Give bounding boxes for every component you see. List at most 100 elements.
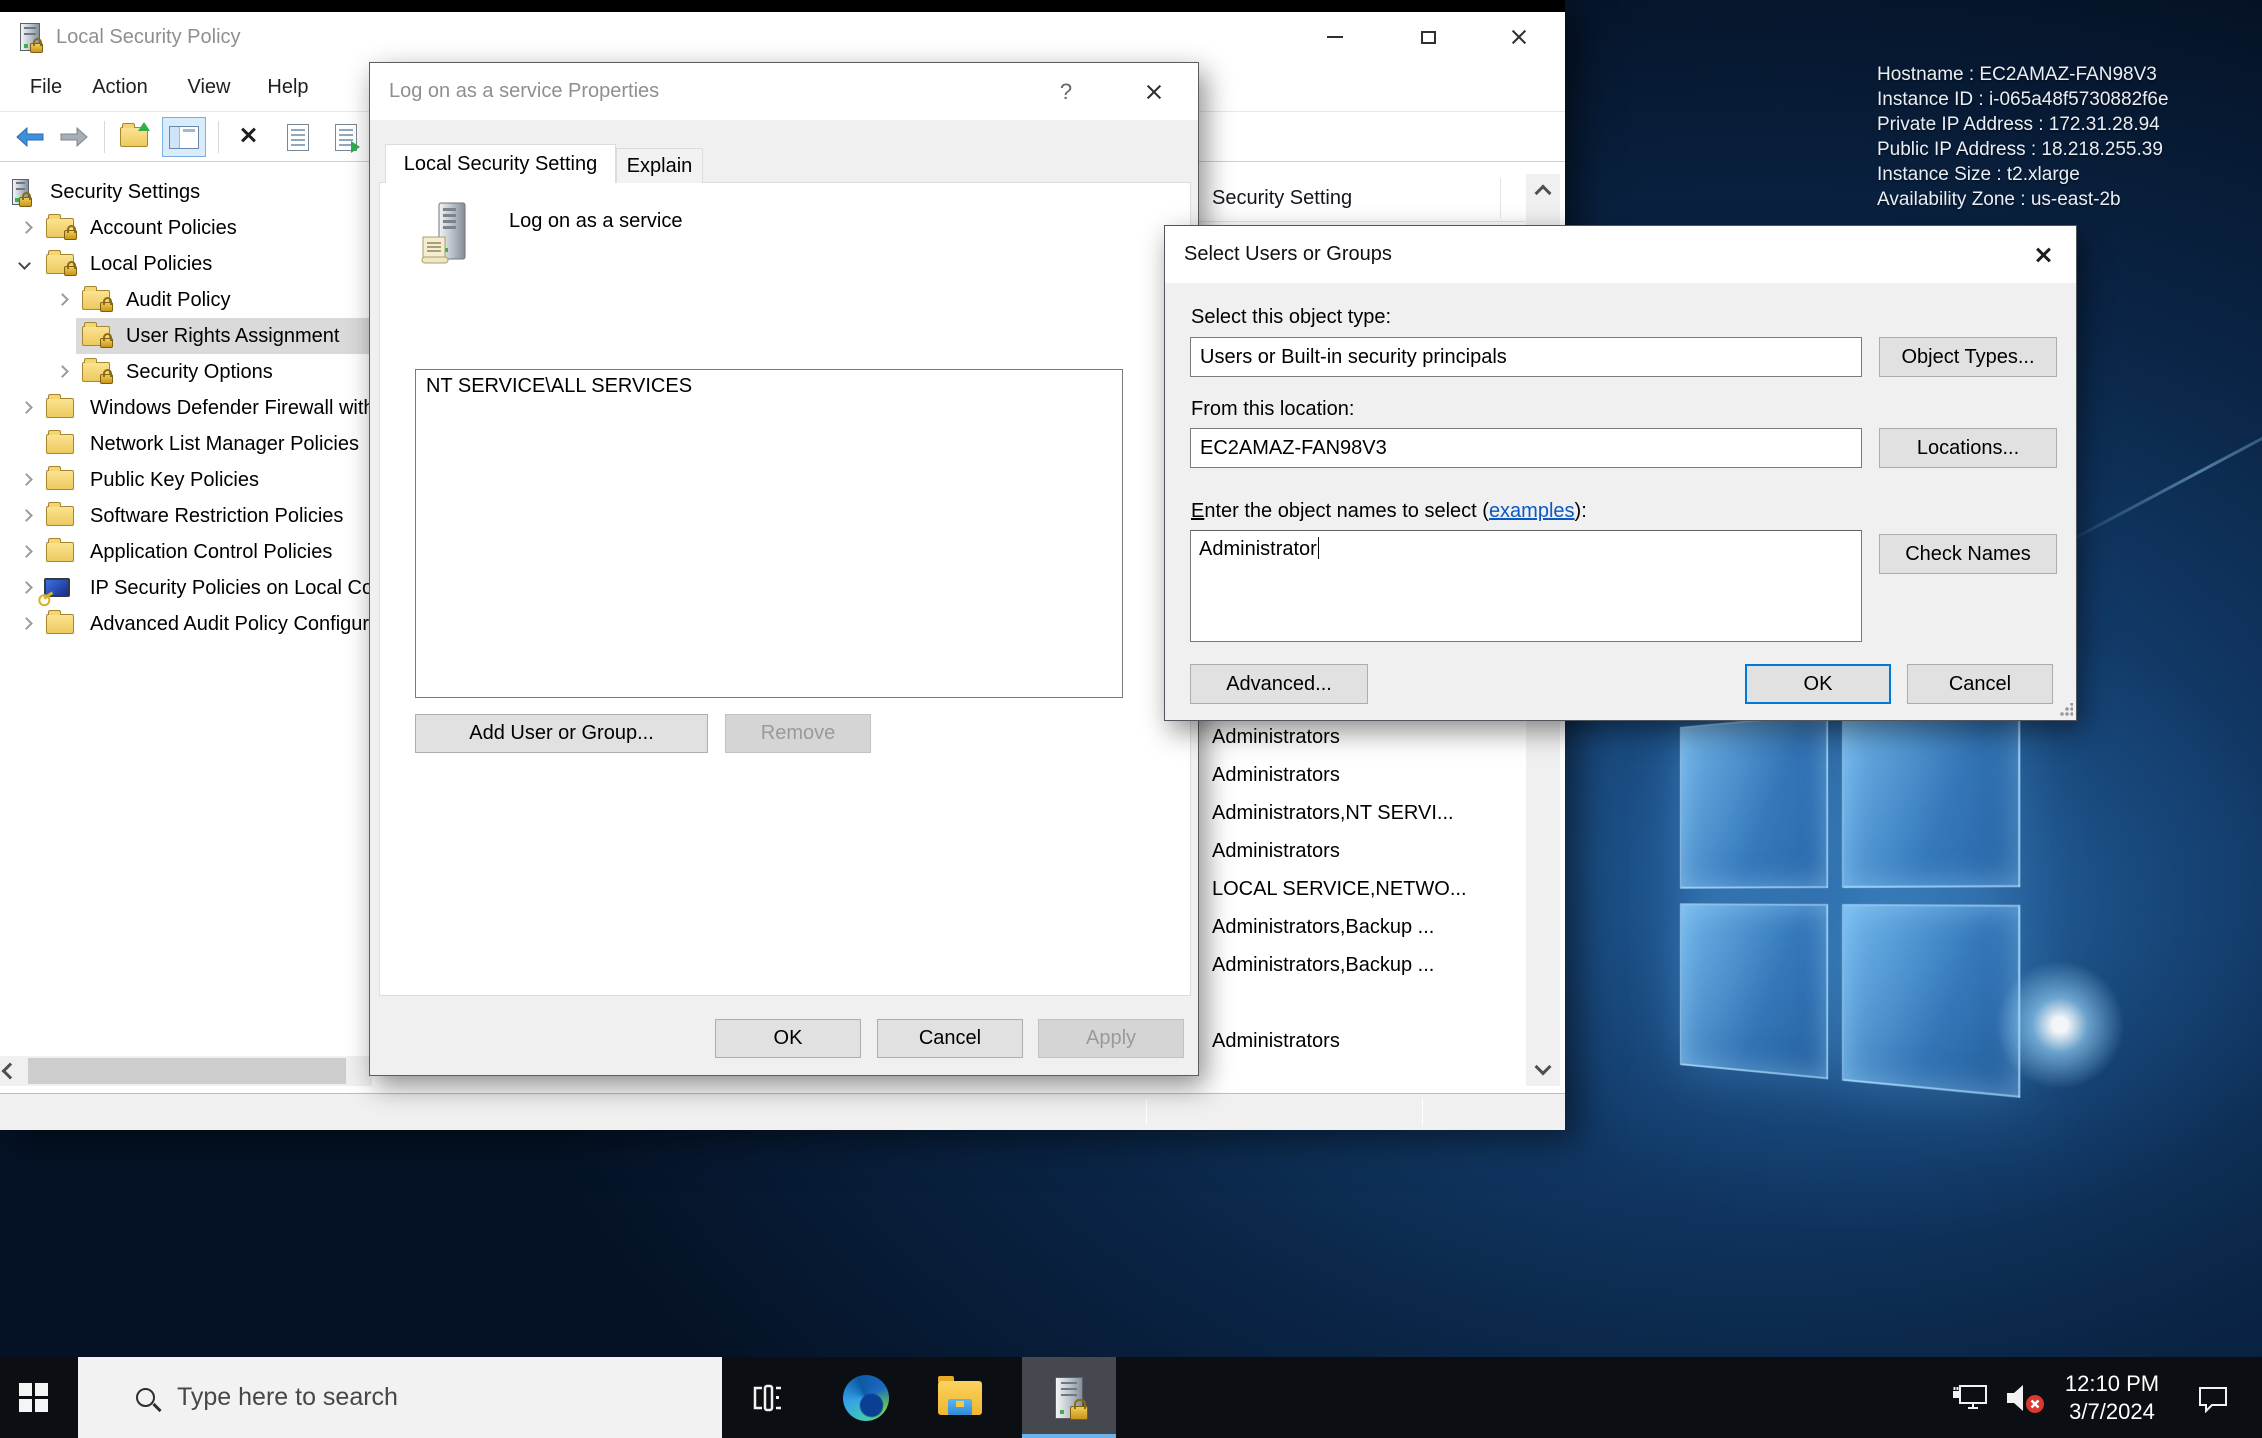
resize-grip[interactable] bbox=[2059, 703, 2073, 717]
dialog-close-button[interactable] bbox=[1132, 63, 1176, 120]
ok-button[interactable]: OK bbox=[1745, 664, 1891, 704]
chevron-right-icon[interactable] bbox=[20, 401, 33, 414]
tree-item-windows-defender-firewall[interactable]: Windows Defender Firewall with Advanced … bbox=[0, 390, 372, 426]
back-button[interactable] bbox=[8, 117, 52, 157]
chevron-right-icon[interactable] bbox=[20, 545, 33, 558]
object-type-field[interactable]: Users or Built-in security principals bbox=[1190, 337, 1862, 377]
folder-icon bbox=[46, 470, 74, 490]
ok-button[interactable]: OK bbox=[715, 1019, 861, 1058]
tree-item-user-rights-assignment[interactable]: User Rights Assignment bbox=[0, 318, 372, 354]
tree-item-public-key-policies[interactable]: Public Key Policies bbox=[0, 462, 372, 498]
tab-local-security-setting[interactable]: Local Security Setting bbox=[385, 144, 616, 183]
list-item[interactable]: Administrators bbox=[1212, 718, 1340, 756]
start-button[interactable] bbox=[0, 1357, 66, 1438]
export-list-button[interactable] bbox=[324, 117, 368, 157]
task-view-button[interactable] bbox=[735, 1357, 801, 1438]
maximize-button[interactable] bbox=[1395, 12, 1461, 62]
secpol-taskbar-button[interactable] bbox=[1022, 1357, 1116, 1438]
taskbar-search[interactable] bbox=[78, 1357, 722, 1438]
column-header-security-setting[interactable]: Security Setting bbox=[1212, 174, 1352, 222]
list-item[interactable]: LOCAL SERVICE,NETWO... bbox=[1212, 870, 1467, 908]
tab-explain[interactable]: Explain bbox=[616, 148, 703, 183]
forward-button[interactable] bbox=[52, 117, 96, 157]
up-one-level-button[interactable] bbox=[112, 117, 156, 157]
cancel-button[interactable]: Cancel bbox=[1907, 664, 2053, 704]
folder-icon bbox=[46, 398, 74, 418]
chevron-down-icon[interactable] bbox=[18, 257, 31, 270]
action-center-button[interactable] bbox=[2188, 1357, 2238, 1438]
tree-item-security-options[interactable]: Security Options bbox=[0, 354, 372, 390]
title-bar[interactable]: Local Security Policy bbox=[0, 12, 1565, 62]
tree-item-advanced-audit-policy[interactable]: Advanced Audit Policy Configuration bbox=[0, 606, 372, 642]
menu-view[interactable]: View bbox=[176, 62, 242, 112]
help-button[interactable]: ? bbox=[1046, 63, 1086, 120]
close-icon bbox=[2034, 246, 2052, 264]
tree-item-security-settings[interactable]: Security Settings bbox=[0, 174, 372, 210]
add-user-or-group-button[interactable]: Add User or Group... bbox=[415, 714, 708, 753]
menu-file[interactable]: File bbox=[18, 62, 74, 112]
check-names-button[interactable]: Check Names bbox=[1879, 534, 2057, 574]
chevron-right-icon[interactable] bbox=[56, 293, 69, 306]
location-field[interactable]: EC2AMAZ-FAN98V3 bbox=[1190, 428, 1862, 468]
examples-link[interactable]: examples bbox=[1489, 500, 1575, 522]
back-icon bbox=[15, 127, 45, 147]
network-tray-button[interactable] bbox=[1946, 1357, 1996, 1438]
close-button[interactable] bbox=[1486, 12, 1552, 62]
chevron-right-icon[interactable] bbox=[56, 365, 69, 378]
scroll-down-icon[interactable] bbox=[1526, 1048, 1560, 1086]
tree-item-audit-policy[interactable]: Audit Policy bbox=[0, 282, 372, 318]
chevron-right-icon[interactable] bbox=[20, 221, 33, 234]
show-console-tree-button[interactable] bbox=[162, 117, 206, 157]
info-public-ip: Public IP Address : 18.218.255.39 bbox=[1877, 137, 2169, 162]
scroll-left-icon[interactable] bbox=[4, 1064, 16, 1082]
tree-item-local-policies[interactable]: Local Policies bbox=[0, 246, 372, 282]
chevron-right-icon[interactable] bbox=[20, 617, 33, 630]
tree-item-network-list-manager[interactable]: Network List Manager Policies bbox=[0, 426, 372, 462]
taskbar-clock[interactable]: 12:10 PM 3/7/2024 bbox=[2060, 1357, 2164, 1438]
file-explorer-button[interactable] bbox=[922, 1357, 998, 1438]
locations-button[interactable]: Locations... bbox=[1879, 428, 2057, 468]
list-item[interactable]: Administrators bbox=[1212, 1022, 1340, 1060]
windows-logo-pane bbox=[1680, 903, 1828, 1079]
column-separator[interactable] bbox=[1500, 178, 1501, 218]
wallpaper-glint bbox=[1995, 960, 2125, 1090]
dialog-title-bar[interactable]: Log on as a service Properties ? bbox=[370, 63, 1198, 120]
search-input[interactable] bbox=[177, 1383, 557, 1412]
members-listbox[interactable]: NT SERVICE\ALL SERVICES bbox=[415, 369, 1123, 698]
edge-button[interactable] bbox=[828, 1357, 904, 1438]
dialog-close-button[interactable] bbox=[2021, 226, 2065, 283]
scroll-up-icon[interactable] bbox=[1526, 174, 1560, 212]
chevron-right-icon[interactable] bbox=[20, 581, 33, 594]
chevron-right-icon[interactable] bbox=[20, 473, 33, 486]
list-item[interactable]: Administrators bbox=[1212, 756, 1340, 794]
member-item[interactable]: NT SERVICE\ALL SERVICES bbox=[426, 375, 692, 398]
tree-item-application-control[interactable]: Application Control Policies bbox=[0, 534, 372, 570]
scrollbar-thumb[interactable] bbox=[28, 1058, 346, 1084]
menu-action[interactable]: Action bbox=[78, 62, 162, 112]
menu-help[interactable]: Help bbox=[256, 62, 320, 112]
tree-item-software-restriction[interactable]: Software Restriction Policies bbox=[0, 498, 372, 534]
dialog-title-bar[interactable]: Select Users or Groups bbox=[1165, 226, 2076, 283]
list-item[interactable]: Administrators,Backup ... bbox=[1212, 908, 1434, 946]
tree-horizontal-scrollbar[interactable] bbox=[0, 1056, 372, 1086]
object-types-button[interactable]: Object Types... bbox=[1879, 337, 2057, 377]
list-item[interactable]: Administrators,Backup ... bbox=[1212, 946, 1434, 984]
minimize-button[interactable] bbox=[1302, 12, 1368, 62]
up-one-level-icon bbox=[120, 127, 148, 147]
taskbar: 12:10 PM 3/7/2024 bbox=[0, 1357, 2262, 1438]
tree-item-ip-security-policies[interactable]: IP Security Policies on Local Computer bbox=[0, 570, 372, 606]
tree-item-account-policies[interactable]: Account Policies bbox=[0, 210, 372, 246]
chevron-right-icon[interactable] bbox=[20, 509, 33, 522]
object-names-label: Enter the object names to select (exampl… bbox=[1191, 500, 1587, 523]
list-item[interactable]: Administrators bbox=[1212, 832, 1340, 870]
object-names-input[interactable]: Administrator bbox=[1190, 530, 1862, 642]
forward-icon bbox=[59, 127, 89, 147]
cancel-button[interactable]: Cancel bbox=[877, 1019, 1023, 1058]
info-instance-id: Instance ID : i-065a48f5730882f6e bbox=[1877, 87, 2169, 112]
volume-tray-button[interactable] bbox=[1998, 1357, 2052, 1438]
volume-muted-icon bbox=[2002, 1381, 2048, 1415]
advanced-button[interactable]: Advanced... bbox=[1190, 664, 1368, 704]
delete-button[interactable] bbox=[228, 117, 272, 157]
list-item[interactable]: Administrators,NT SERVI... bbox=[1212, 794, 1454, 832]
properties-button[interactable] bbox=[276, 117, 320, 157]
